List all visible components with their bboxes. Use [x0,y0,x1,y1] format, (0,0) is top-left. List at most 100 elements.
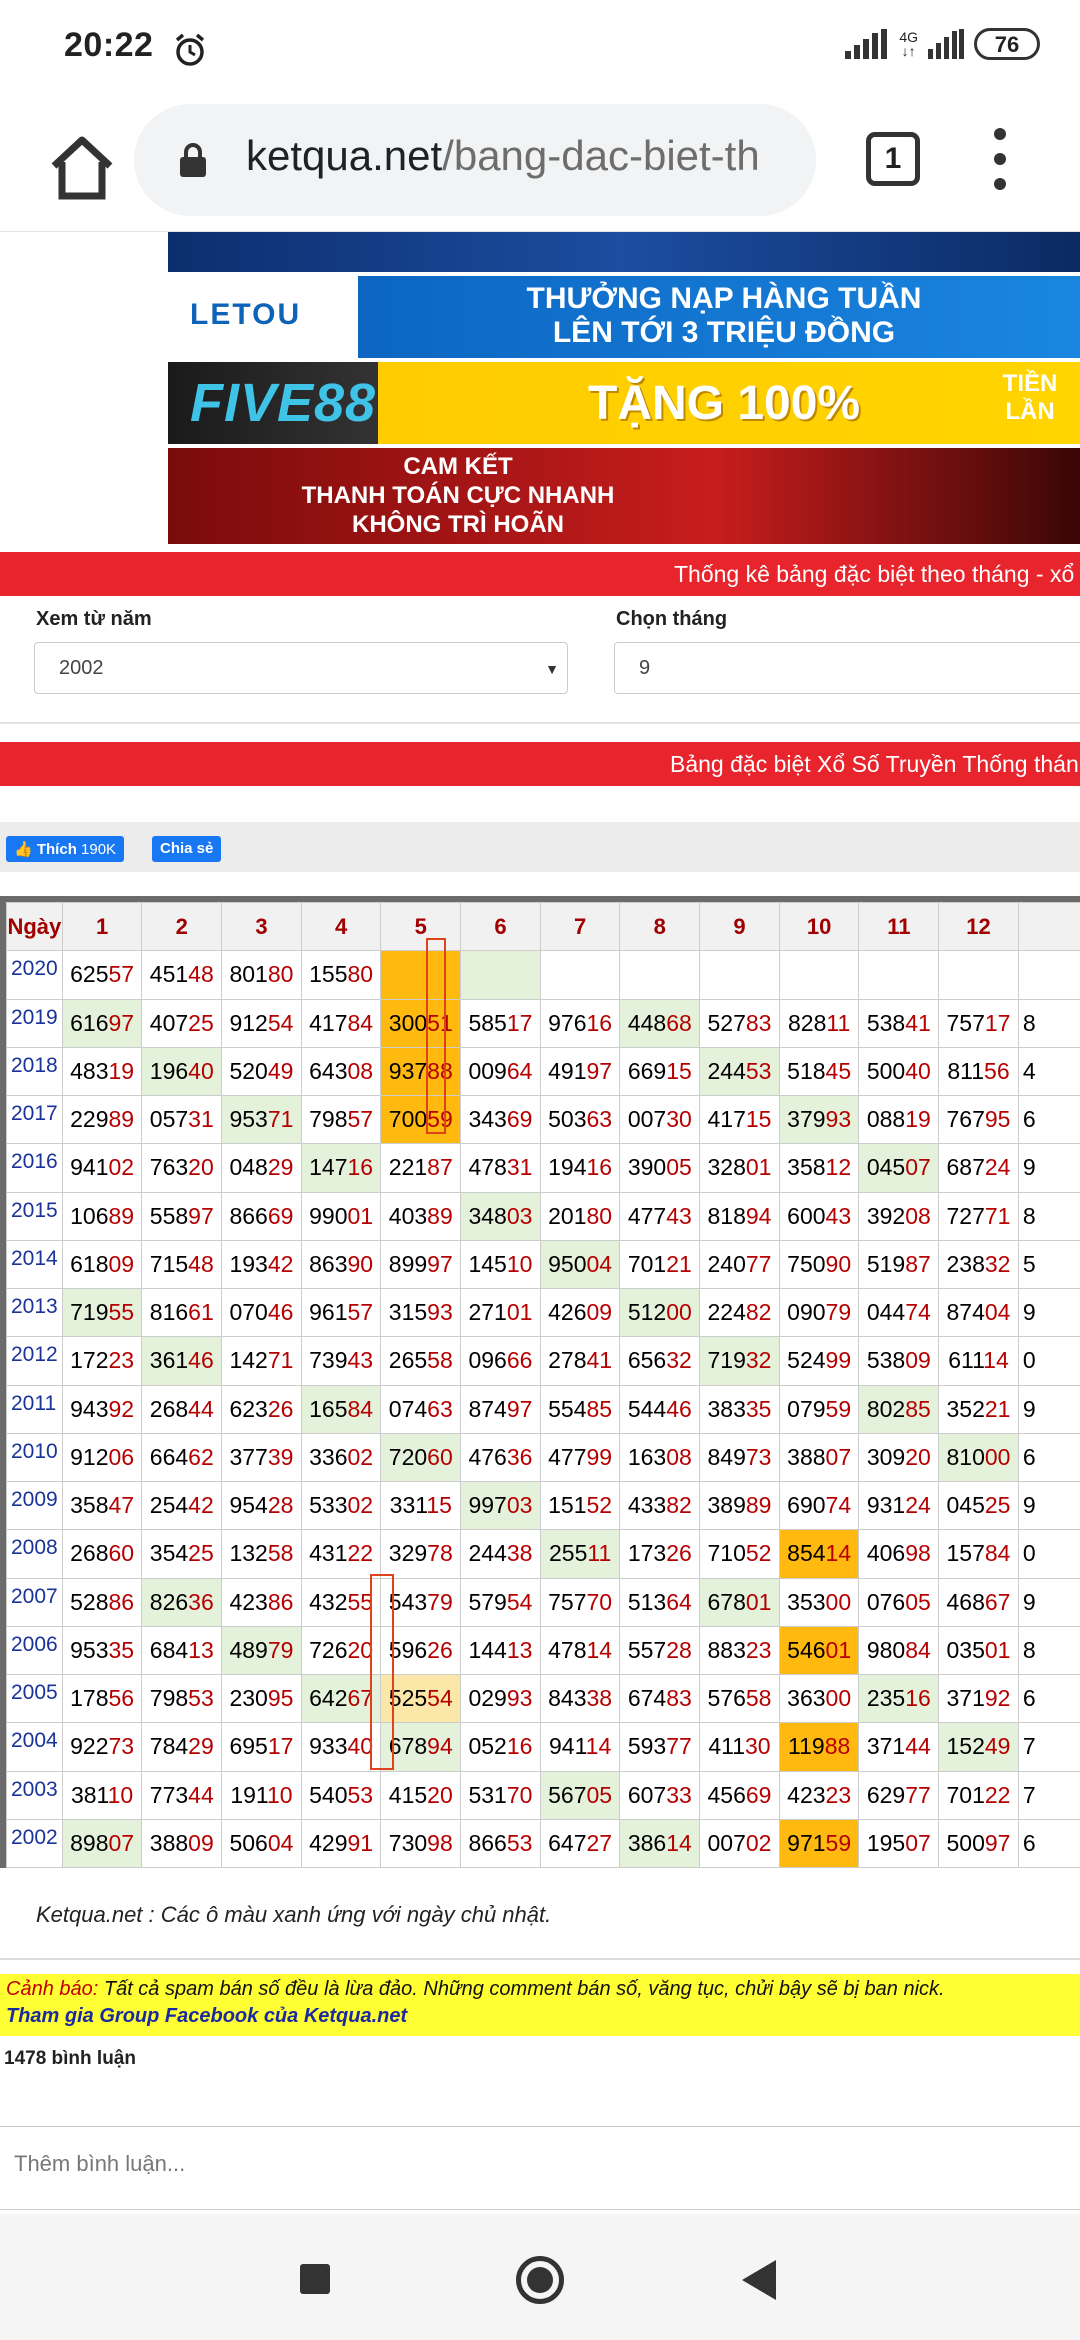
prize-cell: 27101 [460,1287,541,1338]
prize-cell [619,950,701,1000]
prize-cell: 14510 [460,1239,541,1290]
highlight-box [370,1574,394,1770]
prize-cell: 60043 [778,1191,860,1241]
prize-cell: 70121 [619,1239,701,1290]
header-month: 11 [858,901,940,952]
prize-cell: 72620 [300,1625,382,1676]
comment-count: 1478 bình luận [4,2048,136,2069]
year-link[interactable]: 2005 [6,1673,63,1724]
prize-cell: 56705 [539,1770,621,1820]
year-link[interactable]: 2009 [6,1480,63,1531]
header-month: 10 [778,901,860,952]
home-nav-icon[interactable] [516,2256,564,2304]
status-bar: 20:22 4G ↓↑ 76 [0,0,1080,100]
year-link[interactable]: 2018 [6,1046,63,1097]
signal-icon-2 [928,29,964,59]
prize-cell: 99703 [460,1480,541,1531]
year-link[interactable]: 2003 [6,1770,63,1820]
year-link[interactable]: 2007 [6,1577,63,1627]
prize-cell: 50040 [858,1046,940,1097]
prize-cell: 24453 [699,1046,780,1097]
address-bar[interactable]: ketqua.net/bang-dac-biet-th [134,104,816,216]
prize-cell: 73098 [380,1818,462,1869]
prize-cell: 71052 [699,1529,780,1579]
year-link[interactable]: 2010 [6,1432,63,1483]
year-link[interactable]: 2013 [6,1287,63,1338]
prize-cell: 85414 [778,1529,860,1579]
prize-cell: 00702 [699,1818,780,1869]
prize-cell-extra: 9 [1017,1384,1080,1434]
facebook-group-link[interactable]: Tham gia Group Facebook của Ketqua.net [6,2005,1074,2028]
ad-banner-commitment[interactable]: CAM KẾT THANH TOÁN CỰC NHANH KHÔNG TRÌ H… [168,448,1080,544]
prize-cell: 64727 [539,1818,621,1869]
prize-cell: 57954 [460,1577,541,1627]
ad-banners: LETOU THƯỞNG NẠP HÀNG TUẦN LÊN TỚI 3 TRI… [168,232,1080,548]
prize-cell: 67483 [619,1673,701,1724]
prize-cell: 51987 [858,1239,940,1290]
prize-cell: 75090 [778,1239,860,1290]
prize-cell-extra: 9 [1017,1143,1080,1193]
prize-cell: 67801 [699,1577,780,1627]
prize-cell: 71955 [61,1287,143,1338]
table-row: 2015 10689 55897 86669 99001 40389 34803 20180 4… [6,1191,1080,1241]
prize-cell: 70122 [938,1770,1019,1820]
table-row: 2005 17856 79853 23095 64267 52554 02993 84338 6… [6,1673,1080,1724]
prize-cell: 75770 [539,1577,621,1627]
prize-cell: 14716 [300,1143,382,1193]
prize-cell: 53302 [300,1480,382,1531]
year-link[interactable]: 2006 [6,1625,63,1676]
month-select[interactable]: 9 [614,642,1080,694]
comment-input[interactable]: Thêm bình luận... [0,2126,1080,2210]
home-icon[interactable] [40,126,124,210]
year-link[interactable]: 2016 [6,1143,63,1193]
year-select[interactable]: 2002 ▼ [34,642,568,694]
prize-cell: 13258 [221,1529,302,1579]
prize-cell: 48319 [61,1046,143,1097]
prize-cell [938,950,1019,1000]
prize-cell: 27841 [539,1336,621,1386]
year-link[interactable]: 2008 [6,1529,63,1579]
prize-cell: 84973 [699,1432,780,1483]
header-month: 6 [460,901,541,952]
prize-cell: 86669 [221,1191,302,1241]
year-link[interactable]: 2017 [6,1094,63,1145]
prize-cell: 15152 [539,1480,621,1531]
table-title-bar: Bảng đặc biệt Xổ Số Truyền Thống thán [0,742,1080,786]
facebook-share-button[interactable]: Chia sẻ [152,836,222,862]
prize-cell-extra: 9 [1017,1287,1080,1338]
prize-cell: 99001 [300,1191,382,1241]
table-row: 2002 89807 38809 50604 42991 73098 86653 64727 3… [6,1818,1080,1869]
year-link[interactable]: 2020 [6,950,63,1000]
prize-cell [699,950,780,1000]
prize-cell: 82636 [141,1577,223,1627]
back-icon[interactable] [742,2260,776,2300]
prize-cell: 35847 [61,1480,143,1531]
year-link[interactable]: 2002 [6,1818,63,1869]
prize-cell: 05216 [460,1722,541,1772]
ad-banner-letou[interactable]: LETOU THƯỞNG NẠP HÀNG TUẦN LÊN TỚI 3 TRI… [168,276,1080,358]
year-link[interactable]: 2015 [6,1191,63,1241]
table-row: 2012 17223 36146 14271 73943 26558 09666 27841 6… [6,1336,1080,1386]
prize-cell: 61809 [61,1239,143,1290]
prize-cell: 60733 [619,1770,701,1820]
ad-banner-top[interactable] [168,232,1080,272]
tab-switcher-button[interactable]: 1 [866,132,920,186]
prize-cell: 26558 [380,1336,462,1386]
prize-cell: 36146 [141,1336,223,1386]
year-link[interactable]: 2019 [6,998,63,1048]
recents-icon[interactable] [300,2264,330,2294]
ad-banner-five88[interactable]: FIVE88 TẶNG 100% TIỀN LẦN [168,362,1080,444]
year-link[interactable]: 2012 [6,1336,63,1386]
prize-cell: 42609 [539,1287,621,1338]
prize-cell: 50604 [221,1818,302,1869]
year-link[interactable]: 2014 [6,1239,63,1290]
prize-cell: 26844 [141,1384,223,1434]
prize-cell [380,950,462,1000]
prize-cell: 41130 [699,1722,780,1772]
more-menu-icon[interactable] [990,128,1010,194]
year-link[interactable]: 2011 [6,1384,63,1434]
prize-cell: 37144 [858,1722,940,1772]
facebook-like-button[interactable]: 👍 Thích 190K [6,836,125,862]
year-link[interactable]: 2004 [6,1722,63,1772]
header-month: 4 [300,901,382,952]
